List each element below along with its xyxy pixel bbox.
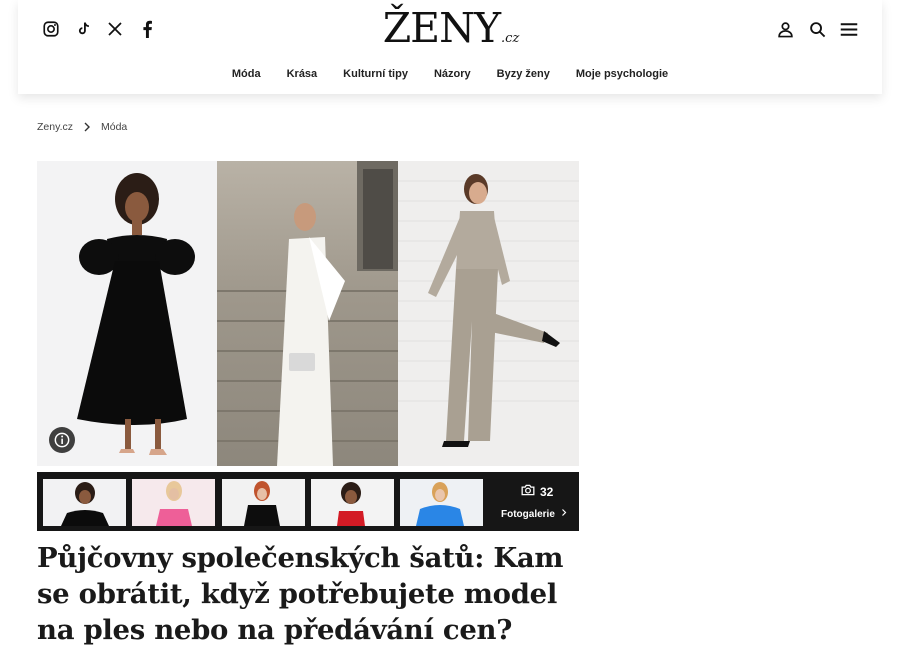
hero-image[interactable] — [37, 161, 579, 466]
article-title: Půjčovny společenských šatů: Kam se obrá… — [37, 542, 564, 645]
nav-item-moda[interactable]: Móda — [232, 68, 261, 80]
chevron-right-icon — [81, 121, 93, 133]
gallery-thumb[interactable] — [132, 479, 215, 526]
social-links — [40, 18, 158, 40]
nav-item-nazory[interactable]: Názory — [434, 68, 471, 80]
breadcrumb-current[interactable]: Móda — [101, 121, 127, 133]
hero-photo-black-dress — [37, 161, 217, 466]
camera-icon — [521, 484, 535, 499]
x-icon[interactable] — [104, 18, 126, 40]
nav-item-kulturni-tipy[interactable]: Kulturní tipy — [343, 68, 408, 80]
gallery-link-label: Fotogalerie — [501, 508, 555, 520]
gallery-count-value: 32 — [540, 484, 554, 499]
logo-tld: .cz — [501, 31, 520, 46]
logo-wordmark: ŽENY — [382, 4, 501, 52]
info-icon[interactable] — [49, 427, 75, 453]
nav-item-byzy-zeny[interactable]: Byzy ženy — [497, 68, 550, 80]
chevron-right-icon — [561, 508, 567, 520]
breadcrumb: Zeny.cz Móda — [37, 121, 127, 133]
gallery-thumb[interactable] — [222, 479, 305, 526]
hero-photo-white-dress — [217, 161, 398, 466]
gallery-thumb[interactable] — [400, 479, 483, 526]
gallery-strip: 32 Fotogalerie — [37, 472, 579, 531]
nav-item-moje-psychologie[interactable]: Moje psychologie — [576, 68, 668, 80]
site-logo[interactable]: ŽENY .cz — [382, 4, 520, 52]
main-nav: Móda Krása Kulturní tipy Názory Byzy žen… — [18, 68, 882, 80]
site-header: ŽENY .cz Móda Krása Kulturní tipy Názory… — [18, 0, 882, 94]
facebook-icon[interactable] — [136, 18, 158, 40]
menu-icon[interactable] — [838, 18, 860, 40]
gallery-link[interactable]: Fotogalerie — [501, 508, 567, 520]
header-tools — [774, 18, 860, 40]
user-icon[interactable] — [774, 18, 796, 40]
search-icon[interactable] — [806, 18, 828, 40]
nav-item-krasa[interactable]: Krása — [287, 68, 318, 80]
tiktok-icon[interactable] — [72, 18, 94, 40]
instagram-icon[interactable] — [40, 18, 62, 40]
hero-photo-silver-suit — [398, 161, 579, 466]
gallery-count[interactable]: 32 — [521, 484, 553, 499]
gallery-thumb[interactable] — [311, 479, 394, 526]
breadcrumb-home[interactable]: Zeny.cz — [37, 121, 73, 133]
gallery-thumb[interactable] — [43, 479, 126, 526]
